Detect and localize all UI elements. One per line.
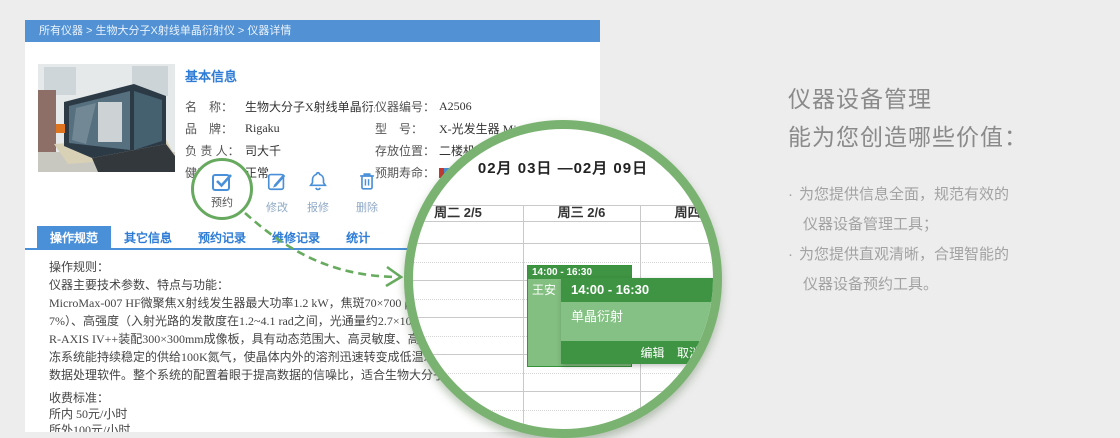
equipment-photo bbox=[38, 64, 175, 172]
event-popup: 14:00 - 16:30 单晶衍射 编辑 取消预约 bbox=[561, 278, 713, 364]
day-header-tue: 周二 2/5 bbox=[434, 205, 482, 220]
breadcrumb[interactable]: 所有仪器 > 生物大分子X射线单晶衍射仪 > 仪器详情 bbox=[25, 20, 600, 42]
manager-label: 负 责 人： bbox=[185, 143, 240, 158]
manager-value: 司大千 bbox=[245, 143, 282, 158]
bullet-marker: · bbox=[788, 246, 793, 263]
popup-cancel-link[interactable]: 取消预约 bbox=[677, 346, 713, 360]
calendar-gridline bbox=[413, 373, 713, 374]
code-value: A2506 bbox=[439, 98, 472, 113]
calendar-gridline bbox=[413, 410, 713, 411]
tab-statistics[interactable]: 统计 bbox=[333, 226, 383, 248]
repair-button[interactable]: 报修 bbox=[298, 170, 338, 215]
calendar-gridline bbox=[413, 243, 713, 244]
bullet-2-line-2: 仪器设备预约工具。 bbox=[803, 276, 939, 293]
popup-actions: 编辑 取消预约 bbox=[561, 341, 713, 364]
brand-label: 品 牌： bbox=[185, 121, 234, 136]
edit-icon bbox=[267, 173, 286, 191]
location-label: 存放位置： bbox=[375, 143, 436, 158]
repair-button-label: 报修 bbox=[307, 202, 329, 214]
bullet-1-line-2: 仪器设备管理工具； bbox=[803, 216, 939, 233]
brand-value: Rigaku bbox=[245, 120, 280, 135]
name-value: 生物大分子X射线单晶衍射仪 bbox=[245, 99, 375, 114]
reservation-calendar-magnifier: 02月 03日 —02月 09日 周二 2/5 周三 2/6 周四 2/7 14… bbox=[404, 120, 722, 438]
calendar-gridline bbox=[413, 221, 713, 222]
pricing-external: 所外100元/小时 bbox=[49, 423, 131, 432]
pricing-block: 收费标准： 所内 50元/小时 所外100元/小时 bbox=[49, 390, 130, 432]
panel-title-line2: 能为您创造哪些价值： bbox=[788, 124, 1028, 150]
reserve-button[interactable]: 预约 bbox=[191, 158, 253, 220]
bell-icon bbox=[309, 171, 327, 191]
popup-time: 14:00 - 16:30 bbox=[561, 278, 713, 302]
calendar-gridline bbox=[523, 205, 524, 429]
bullet-marker: · bbox=[788, 186, 793, 203]
calendar-gridline bbox=[413, 205, 713, 206]
calendar-gridline bbox=[413, 262, 713, 263]
pricing-title: 收费标准： bbox=[49, 391, 110, 405]
week-range: 02月 03日 —02月 09日 bbox=[477, 160, 649, 177]
day-header-thu: 周四 2/7 bbox=[674, 205, 713, 220]
popup-title: 单晶衍射 bbox=[561, 302, 713, 341]
section-title: 基本信息 bbox=[185, 69, 238, 84]
week-calendar: 02月 03日 —02月 09日 周二 2/5 周三 2/6 周四 2/7 14… bbox=[413, 129, 713, 429]
tab-reservation-records[interactable]: 预约记录 bbox=[185, 226, 259, 248]
pricing-internal: 所内 50元/小时 bbox=[49, 407, 128, 421]
panel-title-line1: 仪器设备管理 bbox=[788, 86, 932, 112]
day-header-wed: 周三 2/6 bbox=[557, 205, 606, 220]
bullet-1-line-1: · 为您提供信息全面，规范有效的 bbox=[788, 186, 1010, 203]
check-square-icon bbox=[212, 173, 232, 191]
popup-edit-link[interactable]: 编辑 bbox=[641, 346, 665, 360]
trash-icon bbox=[360, 173, 374, 190]
delete-button-label: 删除 bbox=[356, 202, 378, 214]
tab-other-info[interactable]: 其它信息 bbox=[111, 226, 185, 248]
modify-button[interactable]: 修改 bbox=[257, 170, 297, 215]
value-proposition-panel: 仪器设备管理 能为您创造哪些价值： · 为您提供信息全面，规范有效的 仪器设备管理… bbox=[788, 80, 1120, 300]
tab-operation-rules[interactable]: 操作规范 bbox=[37, 226, 112, 248]
reserve-button-label: 预约 bbox=[211, 196, 233, 209]
tab-maintenance-records[interactable]: 维修记录 bbox=[259, 226, 333, 248]
modify-button-label: 修改 bbox=[266, 202, 288, 214]
code-label: 仪器编号： bbox=[375, 99, 436, 114]
delete-button[interactable]: 删除 bbox=[347, 170, 387, 215]
name-label: 名 称： bbox=[185, 99, 234, 114]
info-row-name: 名 称： 生物大分子X射线单晶衍射仪 仪器编号： A2506 bbox=[185, 95, 593, 117]
calendar-gridline bbox=[413, 391, 713, 392]
model-label: 型 号： bbox=[375, 121, 424, 136]
equipment-photo-image bbox=[38, 64, 175, 172]
bullet-2-line-1: · 为您提供直观清晰，合理智能的 bbox=[788, 246, 1010, 263]
